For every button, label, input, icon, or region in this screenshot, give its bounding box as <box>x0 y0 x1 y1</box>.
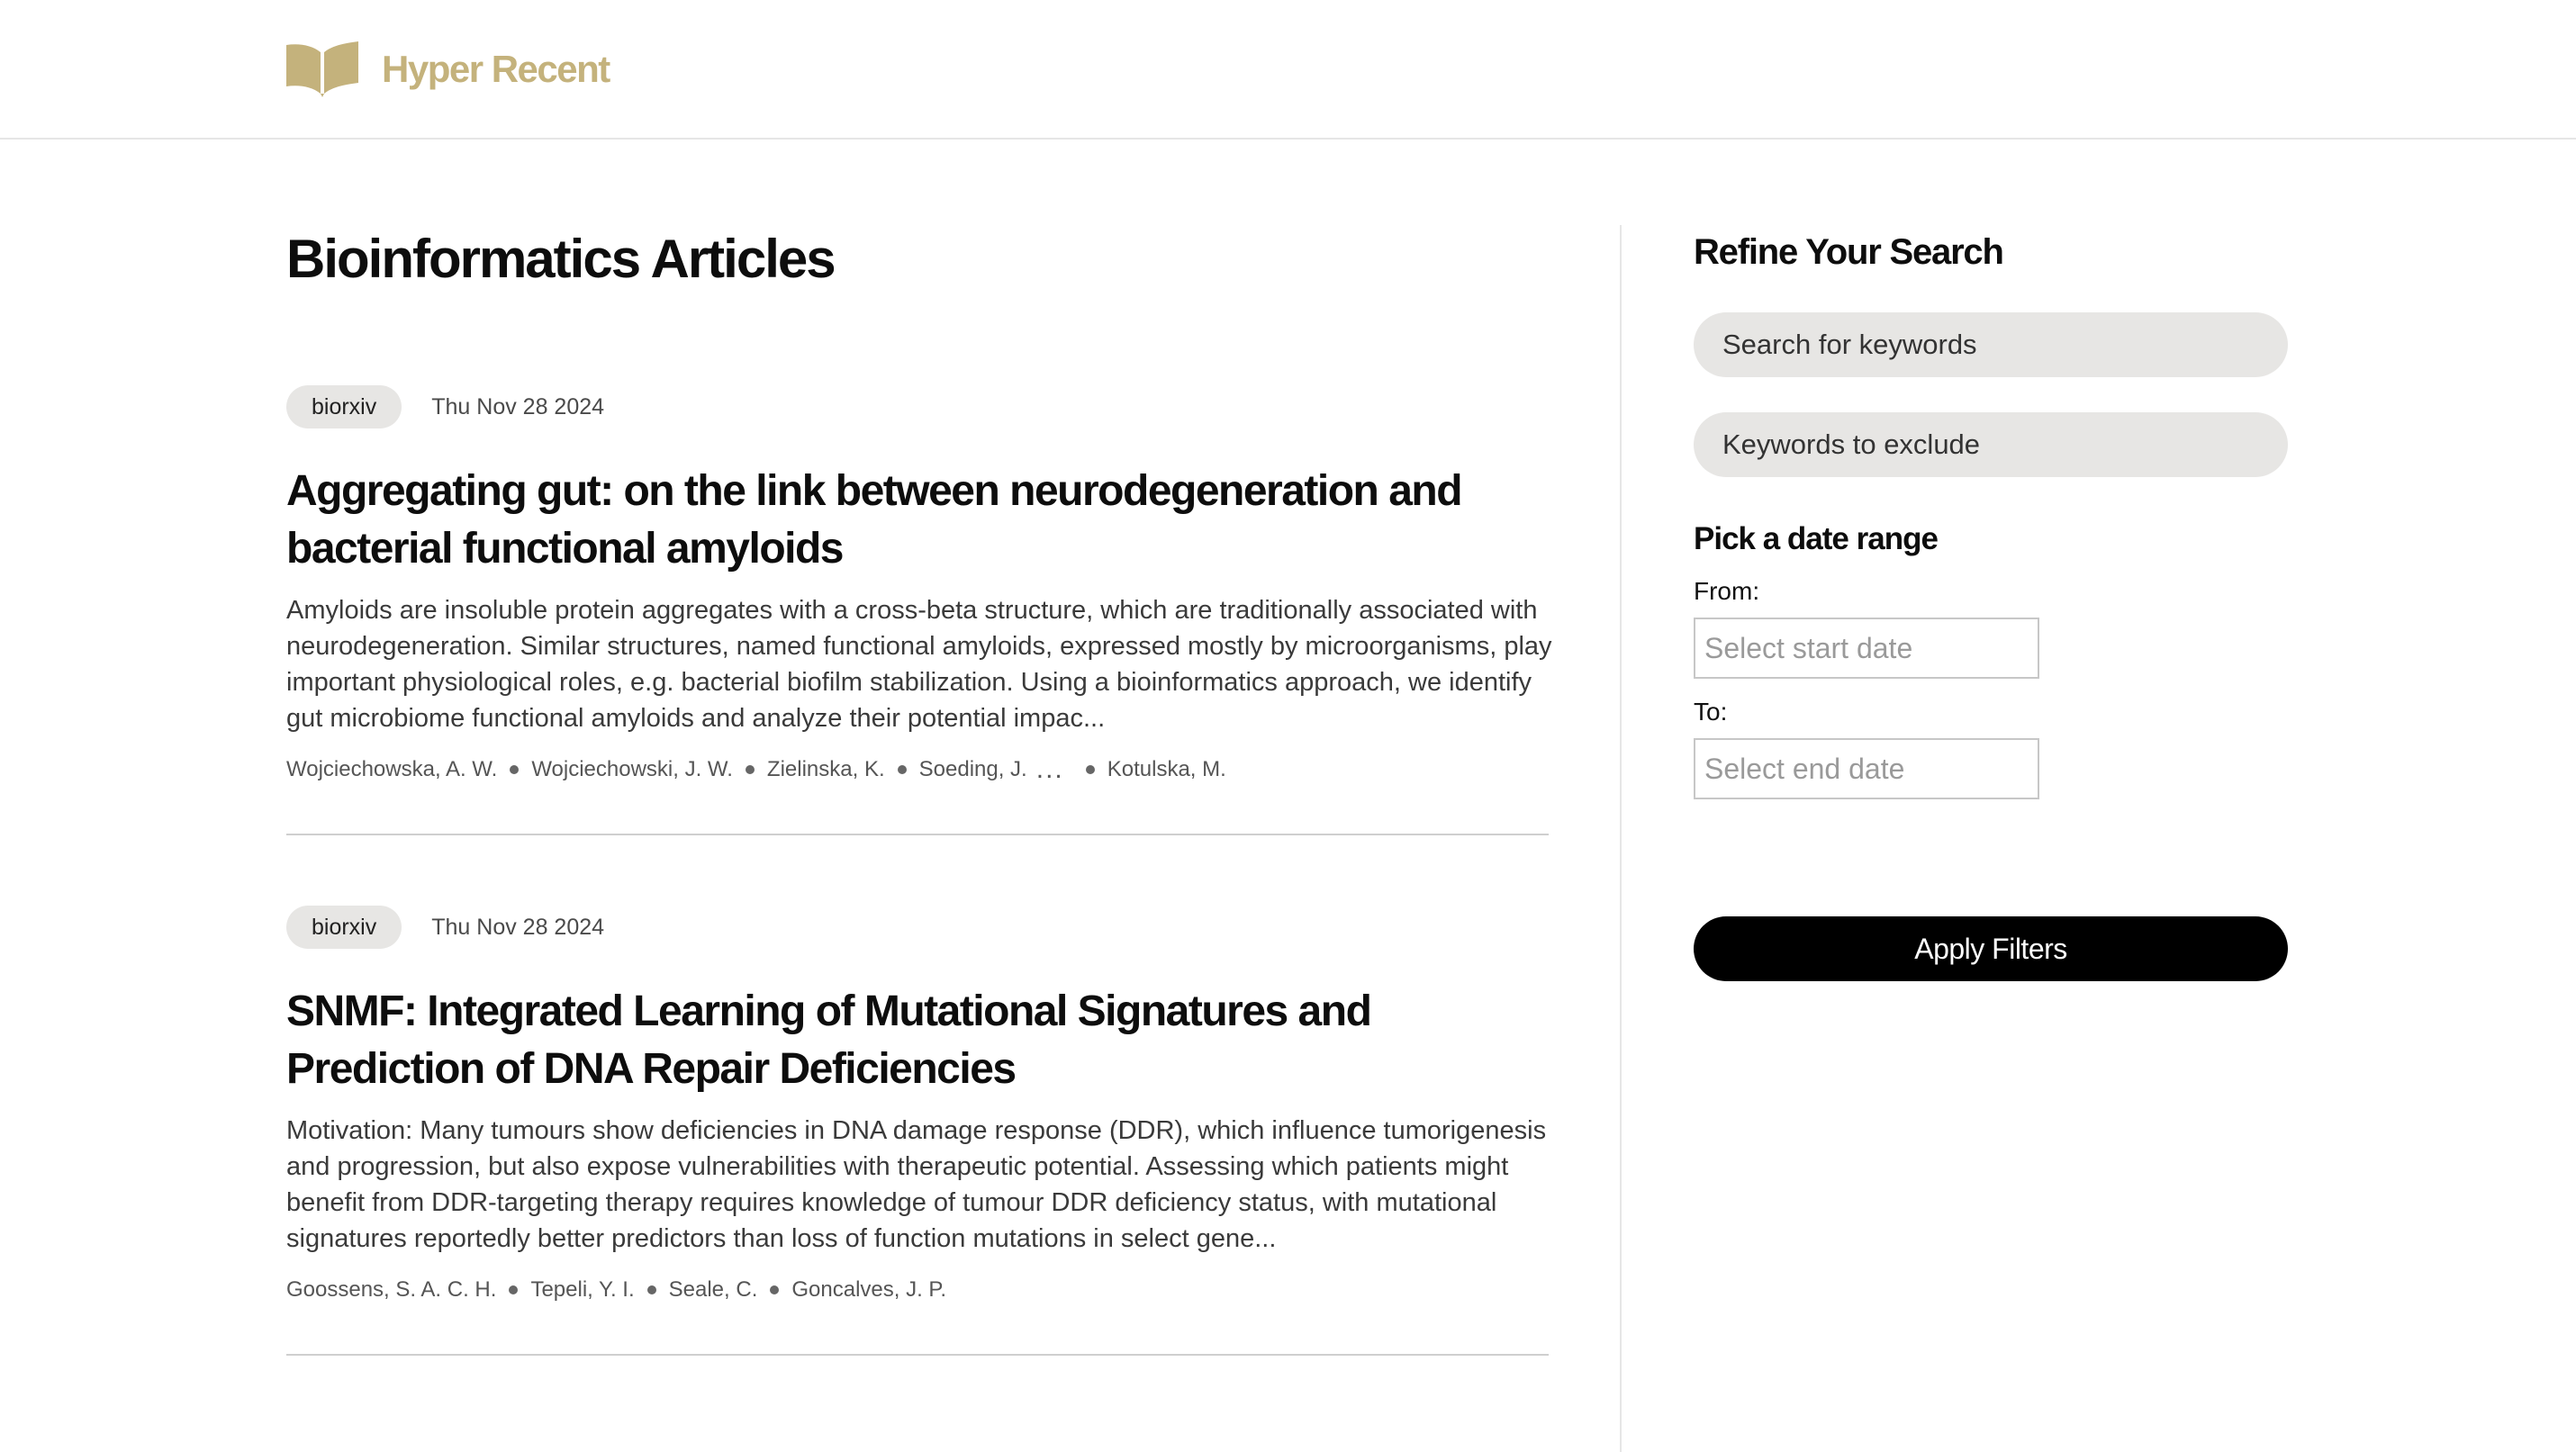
source-badge: biorxiv <box>286 906 402 949</box>
to-label: To: <box>1694 698 1728 726</box>
keyword-search-input[interactable] <box>1694 312 2288 377</box>
brand-logo-link[interactable]: Hyper Recent <box>286 41 610 97</box>
source-badge: biorxiv <box>286 385 402 428</box>
author-name: Goossens, S. A. C. H. <box>286 1277 497 1302</box>
article-abstract: Amyloids are insoluble protein aggregate… <box>286 596 1552 733</box>
date-range-heading: Pick a date range <box>1694 521 1939 556</box>
separator-dot <box>510 765 520 774</box>
filter-sidebar: Refine Your Search Pick a date range Fro… <box>1694 225 2288 981</box>
end-date-input[interactable] <box>1694 738 2039 799</box>
page-title: Bioinformatics Articles <box>286 229 836 289</box>
author-name: Kotulska, M. <box>1107 757 1226 781</box>
author-name: Seale, C. <box>668 1277 758 1302</box>
article-title-link[interactable]: Aggregating gut: on the link between neu… <box>286 463 1549 578</box>
article-card: biorxiv Thu Nov 28 2024 Aggregating gut:… <box>286 385 1552 835</box>
article-date: Thu Nov 28 2024 <box>431 914 605 940</box>
article-abstract: Motivation: Many tumours show deficienci… <box>286 1116 1547 1253</box>
column-divider <box>1620 225 1622 1452</box>
start-date-input[interactable] <box>1694 618 2039 679</box>
author-name: Zielinska, K. <box>766 757 885 781</box>
main-content: Bioinformatics Articles biorxiv Thu Nov … <box>286 225 1552 1426</box>
article-list: biorxiv Thu Nov 28 2024 Aggregating gut:… <box>286 385 1552 1356</box>
separator-dot <box>770 1285 780 1294</box>
article-date: Thu Nov 28 2024 <box>431 393 605 419</box>
site-header: Hyper Recent <box>0 0 2576 140</box>
author-name: Tepeli, Y. I. <box>530 1277 635 1302</box>
sidebar-title: Refine Your Search <box>1694 232 2004 272</box>
author-list: Goossens, S. A. C. H. Tepeli, Y. I. Seal… <box>286 1275 1549 1305</box>
separator-dot <box>646 1285 656 1294</box>
separator-dot <box>897 765 907 774</box>
author-name: Goncalves, J. P. <box>791 1277 947 1302</box>
apply-filters-button[interactable]: Apply Filters <box>1694 916 2288 981</box>
separator-dot <box>745 765 755 774</box>
author-name: Soeding, J. <box>918 757 1027 781</box>
brand-name: Hyper Recent <box>382 48 610 90</box>
separator-dot <box>509 1285 519 1294</box>
authors-ellipsis: ... <box>1035 754 1064 784</box>
author-name: Wojciechowska, A. W. <box>286 757 498 781</box>
author-name: Wojciechowski, J. W. <box>531 757 733 781</box>
exclude-keywords-input[interactable] <box>1694 412 2288 477</box>
article-meta: biorxiv Thu Nov 28 2024 <box>286 906 1549 949</box>
author-list: Wojciechowska, A. W. Wojciechowski, J. W… <box>286 754 1549 785</box>
article-title-link[interactable]: SNMF: Integrated Learning of Mutational … <box>286 983 1549 1098</box>
article-card: biorxiv Thu Nov 28 2024 SNMF: Integrated… <box>286 906 1549 1356</box>
separator-dot <box>1085 765 1095 774</box>
article-meta: biorxiv Thu Nov 28 2024 <box>286 385 1549 428</box>
from-label: From: <box>1694 577 1760 605</box>
open-book-icon <box>286 41 358 97</box>
